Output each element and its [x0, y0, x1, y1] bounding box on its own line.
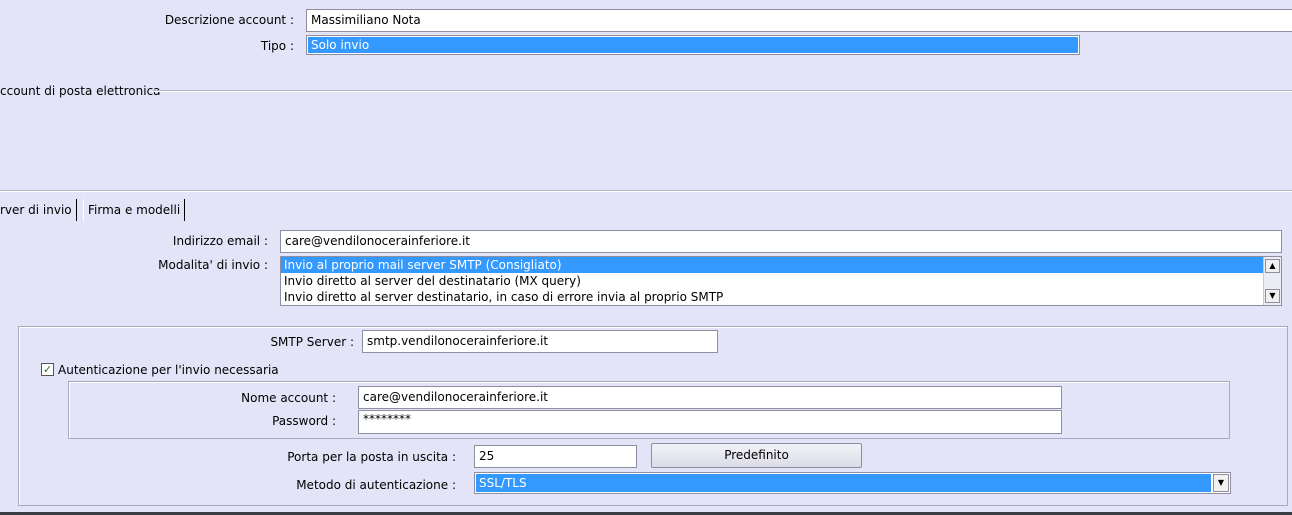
type-label: Tipo : [260, 39, 294, 53]
section-divider [153, 90, 1292, 92]
tab-signature-templates[interactable]: Firma e modelli [83, 199, 186, 221]
password-label: Password : [272, 414, 336, 428]
sending-mode-label: Modalita' di invio : [158, 258, 268, 272]
checkmark-icon[interactable]: ✓ [41, 363, 54, 376]
auth-method-select[interactable]: SSL/TLS ▼ [474, 472, 1231, 494]
sending-mode-option[interactable]: Invio al proprio mail server SMTP (Consi… [281, 257, 1263, 273]
default-port-button[interactable]: Predefinito [651, 443, 862, 468]
email-account-section-title: ccount di posta elettronica [0, 84, 161, 98]
outgoing-port-label: Porta per la posta in uscita : [287, 450, 456, 464]
arrow-down-icon[interactable]: ▼ [1265, 289, 1280, 303]
auth-method-selected-value: SSL/TLS [476, 474, 1211, 492]
description-input[interactable]: Massimiliano Nota [306, 9, 1292, 32]
password-input[interactable]: ******** [358, 410, 1062, 434]
sending-mode-listbox[interactable]: Invio al proprio mail server SMTP (Consi… [280, 256, 1282, 306]
sending-mode-option[interactable]: Invio diretto al server del destinatario… [281, 273, 1263, 289]
type-select[interactable]: Solo invio [306, 35, 1080, 55]
email-address-input[interactable]: care@vendilonocerainferiore.it [280, 230, 1282, 253]
account-name-label: Nome account : [241, 391, 336, 405]
auth-method-label: Metodo di autenticazione : [296, 478, 456, 492]
smtp-server-input[interactable]: smtp.vendilonocerainferiore.it [362, 330, 718, 353]
outgoing-port-input[interactable]: 25 [474, 445, 637, 468]
account-name-input[interactable]: care@vendilonocerainferiore.it [358, 386, 1062, 409]
type-selected-value: Solo invio [308, 37, 1078, 53]
description-label: Descrizione account : [164, 13, 294, 27]
smtp-server-label: SMTP Server : [270, 335, 354, 349]
email-address-label: Indirizzo email : [172, 234, 268, 248]
auth-required-label[interactable]: Autenticazione per l'invio necessaria [58, 362, 279, 378]
chevron-down-icon[interactable]: ▼ [1213, 474, 1229, 492]
arrow-up-icon[interactable]: ▲ [1265, 259, 1280, 273]
tabs-top-divider [0, 190, 1292, 192]
sending-mode-scrollbar[interactable]: ▲ ▼ [1263, 257, 1281, 305]
sending-mode-option[interactable]: Invio diretto al server destinatario, in… [281, 289, 1263, 305]
tab-sending-server[interactable]: rver di invio [0, 199, 77, 221]
